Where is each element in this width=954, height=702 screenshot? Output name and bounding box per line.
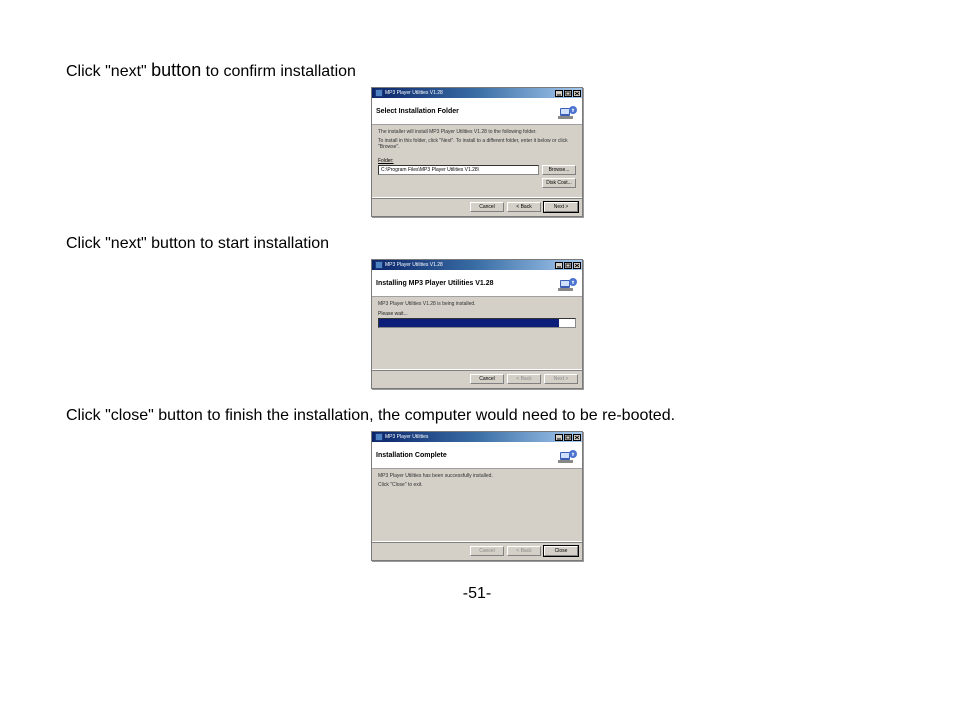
minimize-button[interactable] [555,262,563,269]
close-button[interactable] [573,262,581,269]
next-button[interactable]: Next > [544,202,578,212]
dialog3-title-text: MP3 Player Utilities [385,432,428,442]
next-button: Next > [544,374,578,384]
folder-label: Folder: [378,158,576,164]
maximize-button[interactable] [564,262,572,269]
instruction-step-1-bump: button [151,60,201,80]
instruction-step-1-post: to confirm installation [201,63,356,80]
progress-fill [379,319,559,327]
back-button: < Back [507,546,541,556]
dialog2-heading: Installing MP3 Player Utilities V1.28 [376,280,494,287]
dialog3-heading: Installation Complete [376,452,447,459]
progress-label: Please wait... [378,311,576,317]
app-icon [375,433,383,441]
dialog-installing: MP3 Player Utilities V1.28 Installing MP… [371,259,583,389]
cancel-button[interactable]: Cancel [470,374,504,384]
dialog1-title-text: MP3 Player Utilities V1.28 [385,88,443,98]
browse-button[interactable]: Browse... [542,165,576,175]
instruction-step-1-pre: Click "next" [66,63,151,80]
close-button[interactable]: Close [544,546,578,556]
installer-icon [558,102,578,120]
cancel-button: Cancel [470,546,504,556]
maximize-button[interactable] [564,90,572,97]
close-button[interactable] [573,434,581,441]
dialog2-title-text: MP3 Player Utilities V1.28 [385,260,443,270]
app-icon [375,89,383,97]
instruction-step-2: Click "next" button to start installatio… [66,235,888,253]
dialog1-line2: To install in this folder, click "Next".… [378,138,576,150]
minimize-button[interactable] [555,90,563,97]
minimize-button[interactable] [555,434,563,441]
instruction-step-3: Click "close" button to finish the insta… [66,407,888,425]
dialog1-titlebar[interactable]: MP3 Player Utilities V1.28 [372,88,582,98]
dialog2-titlebar[interactable]: MP3 Player Utilities V1.28 [372,260,582,270]
back-button[interactable]: < Back [507,202,541,212]
dialog3-line2: Click "Close" to exit. [378,482,576,488]
installer-icon [558,446,578,464]
installer-icon [558,274,578,292]
dialog3-titlebar[interactable]: MP3 Player Utilities [372,432,582,442]
dialog3-line1: MP3 Player Utilities has been successful… [378,473,576,479]
page-number: -51- [66,585,888,603]
folder-input[interactable]: C:\Program Files\MP3 Player Utilities V1… [378,165,539,175]
close-button[interactable] [573,90,581,97]
dialog1-heading: Select Installation Folder [376,108,459,115]
maximize-button[interactable] [564,434,572,441]
progress-bar [378,318,576,328]
back-button: < Back [507,374,541,384]
app-icon [375,261,383,269]
cancel-button[interactable]: Cancel [470,202,504,212]
disk-cost-button[interactable]: Disk Cost... [542,178,576,188]
instruction-step-1: Click "next" button to confirm installat… [66,60,888,81]
dialog1-line1: The installer will install MP3 Player Ut… [378,129,576,135]
dialog-select-folder: MP3 Player Utilities V1.28 Select Instal… [371,87,583,217]
dialog-complete: MP3 Player Utilities Installation Comple… [371,431,583,561]
dialog2-line1: MP3 Player Utilities V1.28 is being inst… [378,301,576,307]
